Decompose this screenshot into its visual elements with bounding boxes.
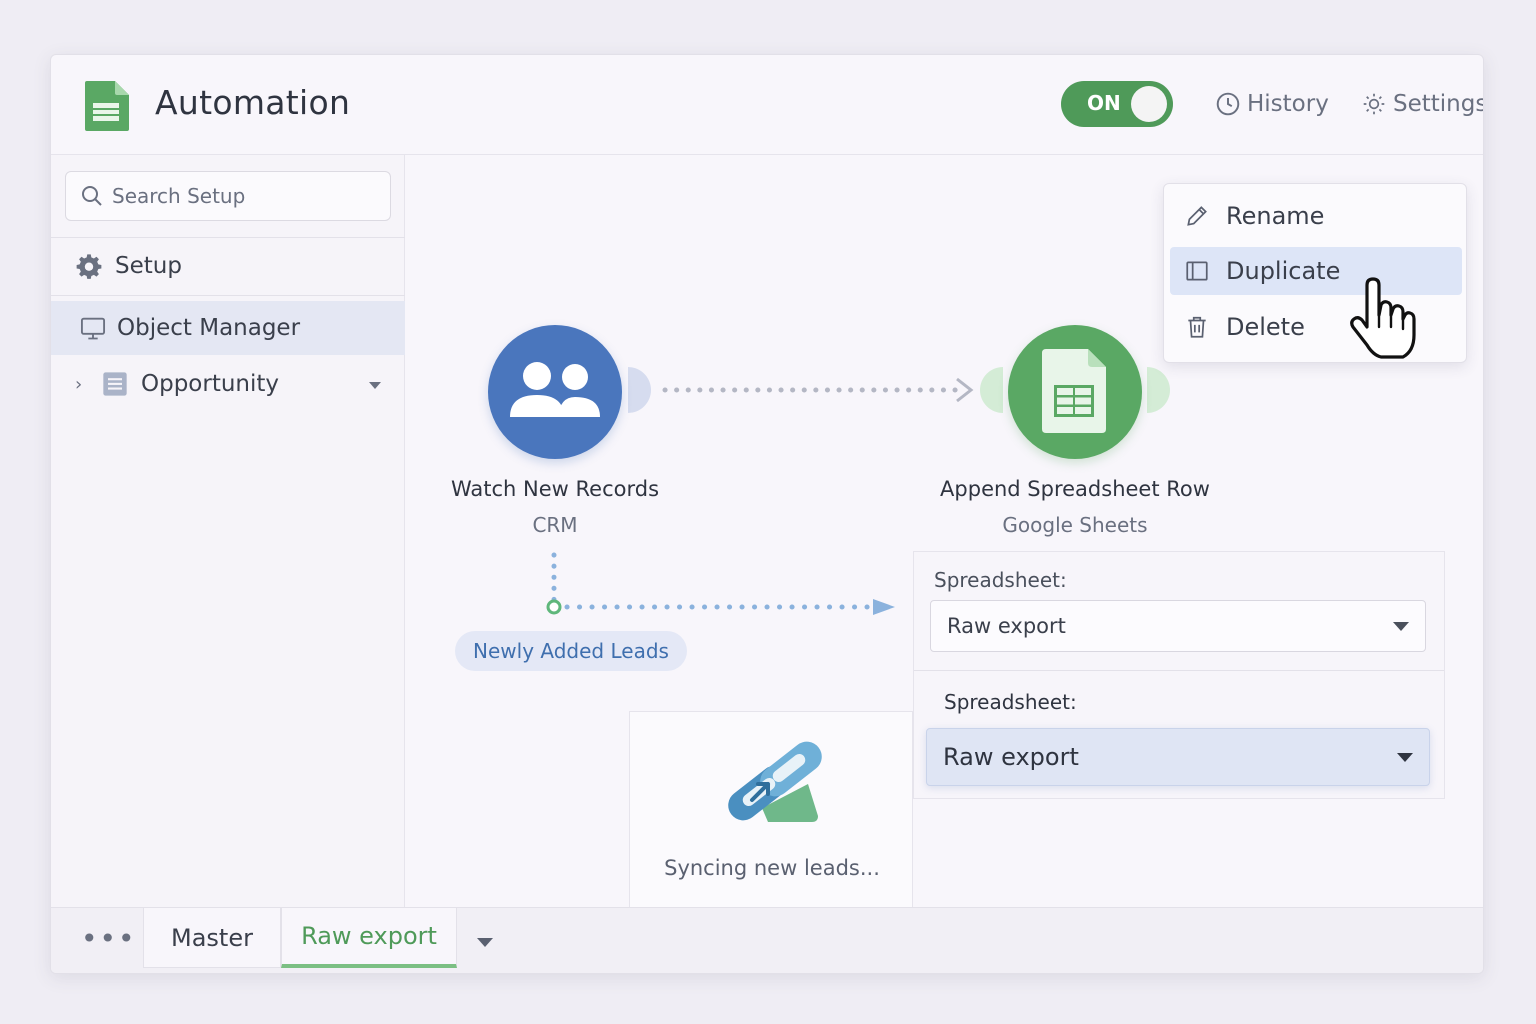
sync-status-card: Syncing new leads...: [629, 711, 913, 921]
tab-label: Master: [171, 923, 253, 952]
action-title: Append Spreadsheet Row: [940, 477, 1210, 501]
copy-icon: [1186, 261, 1208, 281]
filter-label-pill[interactable]: Newly Added Leads: [455, 631, 687, 671]
spreadsheet-label: Spreadsheet:: [934, 568, 1067, 592]
menu-item-label: Delete: [1226, 313, 1305, 341]
sheets-icon: [1042, 349, 1106, 433]
more-options-icon[interactable]: •••: [81, 922, 137, 955]
app-window: Automation ON History Settings Search Se…: [50, 54, 1484, 974]
trigger-subtitle: CRM: [532, 513, 578, 537]
trigger-title: Watch New Records: [450, 477, 660, 501]
tab-master[interactable]: Master: [143, 908, 281, 968]
sheet-tab-bar: ••• Master Raw export: [51, 907, 1483, 973]
menu-item-label: Duplicate: [1226, 257, 1341, 285]
tabs-dropdown-icon[interactable]: [477, 938, 493, 947]
trigger-node[interactable]: [488, 325, 622, 459]
divider: [914, 670, 1444, 671]
menu-item-label: Rename: [1226, 202, 1325, 230]
spreadsheet-select-value: Raw export: [943, 743, 1079, 771]
config-panel: Spreadsheet: Raw export Spreadsheet: Raw…: [913, 551, 1445, 799]
link-icon: [728, 741, 822, 822]
sync-status-text: Syncing new leads...: [664, 856, 880, 880]
spreadsheet-select-value: Raw export: [947, 614, 1066, 638]
trash-icon: [1188, 316, 1206, 338]
pencil-icon: [1187, 206, 1207, 226]
spreadsheet-label-2: Spreadsheet:: [944, 690, 1077, 714]
action-node[interactable]: [1008, 325, 1142, 459]
menu-item-rename[interactable]: Rename: [1170, 192, 1462, 240]
users-icon: [510, 362, 600, 417]
chevron-down-icon: [1397, 752, 1413, 762]
spreadsheet-select-focused[interactable]: Raw export: [926, 728, 1430, 786]
tab-label: Raw export: [301, 922, 437, 950]
chevron-down-icon: [1393, 621, 1409, 631]
action-subtitle: Google Sheets: [1002, 513, 1148, 537]
spreadsheet-select[interactable]: Raw export: [930, 600, 1426, 652]
tab-raw-export[interactable]: Raw export: [281, 908, 457, 968]
hand-cursor-icon: [1350, 277, 1416, 359]
